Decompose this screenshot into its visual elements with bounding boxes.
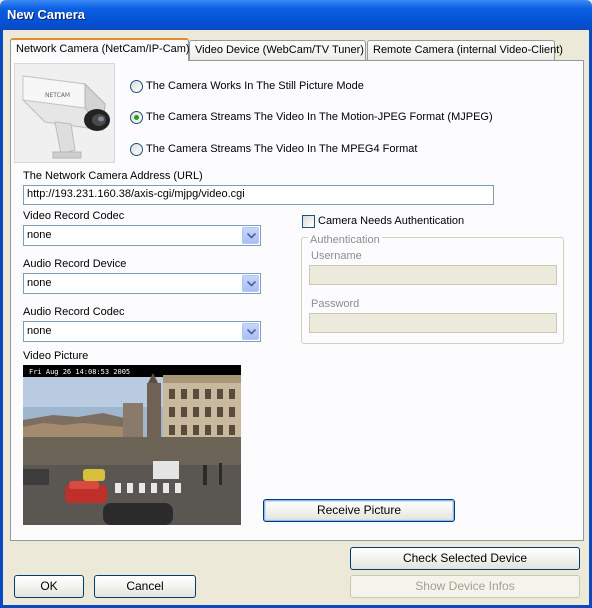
tab-panel: NETCAM The Camera Works In The Still Pic… <box>10 60 584 541</box>
network-camera-icon: NETCAM <box>15 64 114 162</box>
window-border-left <box>0 30 3 608</box>
video-timestamp: Fri Aug 26 14:08:53 2005 <box>29 368 130 376</box>
audio-codec-select[interactable]: none <box>23 321 261 342</box>
tab-network-camera-label: Network Camera (NetCam/IP-Cam) <box>16 43 190 55</box>
receive-picture-button[interactable]: Receive Picture <box>263 499 455 522</box>
tab-network-camera[interactable]: Network Camera (NetCam/IP-Cam) <box>10 38 190 61</box>
video-picture-label: Video Picture <box>23 350 89 362</box>
video-picture: Fri Aug 26 14:08:53 2005 <box>23 365 241 525</box>
ok-button[interactable]: OK <box>14 575 84 598</box>
cancel-button[interactable]: Cancel <box>94 575 196 598</box>
audio-device-label: Audio Record Device <box>23 258 127 270</box>
video-codec-select[interactable]: none <box>23 225 261 246</box>
tab-remote-camera-label: Remote Camera (internal Video-Client) <box>373 44 563 56</box>
auth-checkbox-label[interactable]: Camera Needs Authentication <box>318 215 464 227</box>
tab-video-device[interactable]: Video Device (WebCam/TV Tuner) <box>189 40 366 60</box>
password-label: Password <box>311 298 360 310</box>
password-input[interactable] <box>309 313 557 333</box>
radio-still-picture-label[interactable]: The Camera Works In The Still Picture Mo… <box>146 80 364 92</box>
radio-mjpeg-label[interactable]: The Camera Streams The Video In The Moti… <box>146 111 493 123</box>
auth-checkbox[interactable] <box>302 215 315 228</box>
radio-still-picture[interactable] <box>130 80 143 93</box>
username-input[interactable] <box>309 265 557 285</box>
radio-selected-dot <box>134 115 139 120</box>
audio-device-value: none <box>27 277 52 289</box>
chevron-down-icon[interactable] <box>242 275 259 292</box>
show-device-infos-button[interactable]: Show Device Infos <box>350 575 580 598</box>
title-bar[interactable]: New Camera <box>0 0 592 30</box>
authentication-group-title: Authentication <box>308 234 382 246</box>
url-input[interactable]: http://193.231.160.38/axis-cgi/mjpg/vide… <box>23 185 494 205</box>
tab-video-device-label: Video Device (WebCam/TV Tuner) <box>195 44 364 56</box>
video-codec-label: Video Record Codec <box>23 210 125 222</box>
window-title: New Camera <box>7 7 86 22</box>
audio-codec-label: Audio Record Codec <box>23 306 125 318</box>
radio-mpeg4-label[interactable]: The Camera Streams The Video In The MPEG… <box>146 143 417 155</box>
chevron-down-icon[interactable] <box>242 323 259 340</box>
audio-codec-value: none <box>27 325 52 337</box>
video-picture-image: Fri Aug 26 14:08:53 2005 <box>23 365 241 525</box>
check-selected-device-button[interactable]: Check Selected Device <box>350 547 580 570</box>
network-camera-image: NETCAM <box>14 63 115 163</box>
tab-remote-camera[interactable]: Remote Camera (internal Video-Client) <box>367 40 563 60</box>
username-label: Username <box>311 250 362 262</box>
radio-mjpeg[interactable] <box>130 111 143 124</box>
radio-mpeg4[interactable] <box>130 143 143 156</box>
video-codec-value: none <box>27 229 52 241</box>
audio-device-select[interactable]: none <box>23 273 261 294</box>
url-label: The Network Camera Address (URL) <box>23 170 203 182</box>
chevron-down-icon[interactable] <box>242 227 259 244</box>
camera-brand-text: NETCAM <box>45 92 70 99</box>
